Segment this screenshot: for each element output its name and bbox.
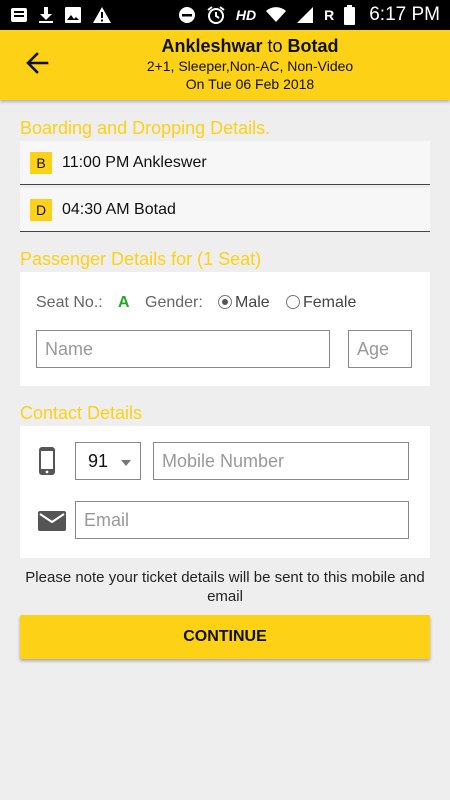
status-bar: HD R 6:17 PM	[0, 0, 450, 30]
dropping-point-row: D 04:30 AM Botad	[20, 188, 430, 232]
email-input[interactable]: Email	[75, 501, 409, 539]
hd-indicator: HD	[235, 7, 257, 23]
name-input[interactable]: Name	[36, 330, 330, 368]
battery-icon	[344, 5, 356, 25]
contact-section-title: Contact Details	[20, 403, 143, 423]
mobile-input[interactable]: Mobile Number	[153, 442, 409, 480]
route-title: Ankleshwar to Botad	[60, 36, 440, 57]
status-right: HD R 6:17 PM	[178, 4, 440, 26]
signal-icon	[296, 6, 314, 24]
boarding-point-row: B 11:00 PM Ankleswer	[20, 141, 430, 185]
app-header: Ankleshwar to Botad 2+1, Sleeper,Non-AC,…	[0, 30, 450, 100]
email-icon	[38, 511, 66, 536]
ticket-note: Please note your ticket details will be …	[25, 569, 425, 605]
status-time: 6:17 PM	[369, 4, 440, 25]
boarding-section-title: Boarding and Dropping Details.	[20, 118, 271, 138]
female-label[interactable]: Female	[303, 294, 356, 312]
message-icon	[10, 6, 28, 24]
roaming-indicator: R	[324, 7, 335, 23]
country-code-value: 91	[88, 450, 109, 471]
passenger-section-title: Passenger Details for (1 Seat)	[20, 249, 262, 269]
back-button[interactable]	[22, 51, 52, 79]
contact-card: 91 Mobile Number Email	[20, 426, 430, 558]
alarm-icon	[206, 5, 226, 25]
route-from: Ankleshwar	[161, 36, 263, 56]
trip-summary: Ankleshwar to Botad 2+1, Sleeper,Non-AC,…	[60, 36, 440, 93]
chevron-down-icon	[120, 451, 132, 472]
download-icon	[38, 6, 54, 24]
wifi-icon	[266, 7, 287, 23]
continue-button[interactable]: CONTINUE	[20, 615, 430, 659]
travel-date: On Tue 06 Feb 2018	[185, 76, 315, 92]
boarding-point-text: 11:00 PM Ankleswer	[62, 153, 207, 171]
back-arrow-icon	[25, 51, 49, 79]
male-radio[interactable]	[218, 295, 232, 309]
status-left	[10, 6, 112, 24]
bus-info: 2+1, Sleeper,Non-AC, Non-Video	[146, 58, 354, 74]
route-to-word: to	[267, 36, 283, 56]
image-icon	[64, 6, 82, 24]
dropping-point-text: 04:30 AM Botad	[62, 200, 176, 218]
female-radio[interactable]	[286, 295, 300, 309]
male-label[interactable]: Male	[235, 294, 270, 312]
boarding-tag: B	[30, 151, 52, 174]
dropping-tag: D	[30, 198, 52, 221]
dnd-icon	[178, 6, 196, 24]
age-input[interactable]: Age	[348, 330, 412, 368]
gender-label: Gender:	[145, 294, 203, 311]
seat-number: A	[118, 294, 130, 311]
warning-icon	[92, 6, 112, 24]
phone-icon	[38, 446, 56, 481]
route-to: Botad	[287, 36, 339, 56]
passenger-card: Seat No.: A Gender: Male Female Name Age	[20, 272, 430, 386]
country-code-select[interactable]: 91	[75, 442, 141, 480]
seat-label: Seat No.:	[36, 294, 103, 311]
